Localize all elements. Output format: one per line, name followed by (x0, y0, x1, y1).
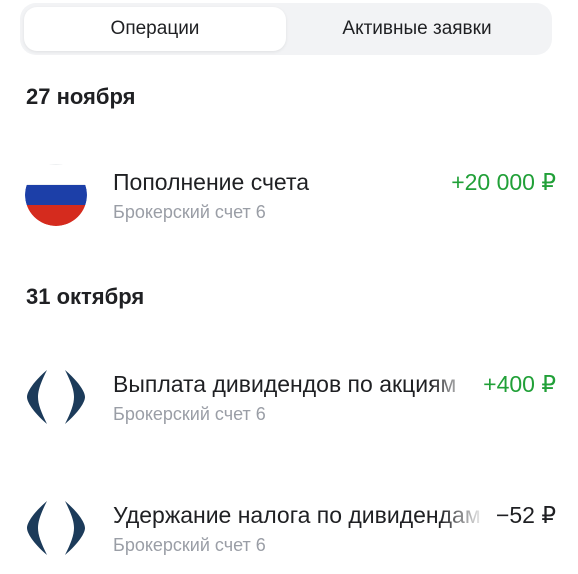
operation-row[interactable]: Выплата дивидендов по акциям Брокерский … (0, 366, 578, 436)
operation-amount: +400 ₽ (483, 371, 556, 397)
company-logo-icon (25, 497, 87, 559)
operations-page: Операции Активные заявки 27 ноября Попол… (0, 0, 578, 574)
section-date: 31 октября (26, 284, 145, 309)
russia-flag-icon (25, 164, 87, 226)
section-date: 27 ноября (26, 84, 136, 109)
segmented-tabs: Операции Активные заявки (20, 3, 552, 55)
operation-title: Пополнение счета (113, 169, 310, 195)
operation-account: Брокерский счет 6 (113, 404, 266, 424)
operation-account: Брокерский счет 6 (113, 535, 266, 555)
tab-active-orders[interactable]: Активные заявки (286, 7, 548, 51)
company-logo-icon (25, 366, 87, 428)
operation-row[interactable]: Пополнение счета Брокерский счет 6 +20 0… (0, 164, 578, 234)
operation-account: Брокерский счет 6 (113, 202, 266, 222)
operation-title: Выплата дивидендов по акциям (113, 371, 457, 397)
operation-title: Удержание налога по дивидендам (113, 502, 481, 528)
operation-row[interactable]: Удержание налога по дивидендам Брокерски… (0, 497, 578, 567)
operation-amount: +20 000 ₽ (451, 169, 556, 195)
tab-operations[interactable]: Операции (24, 7, 286, 51)
operation-amount: −52 ₽ (495, 502, 556, 528)
